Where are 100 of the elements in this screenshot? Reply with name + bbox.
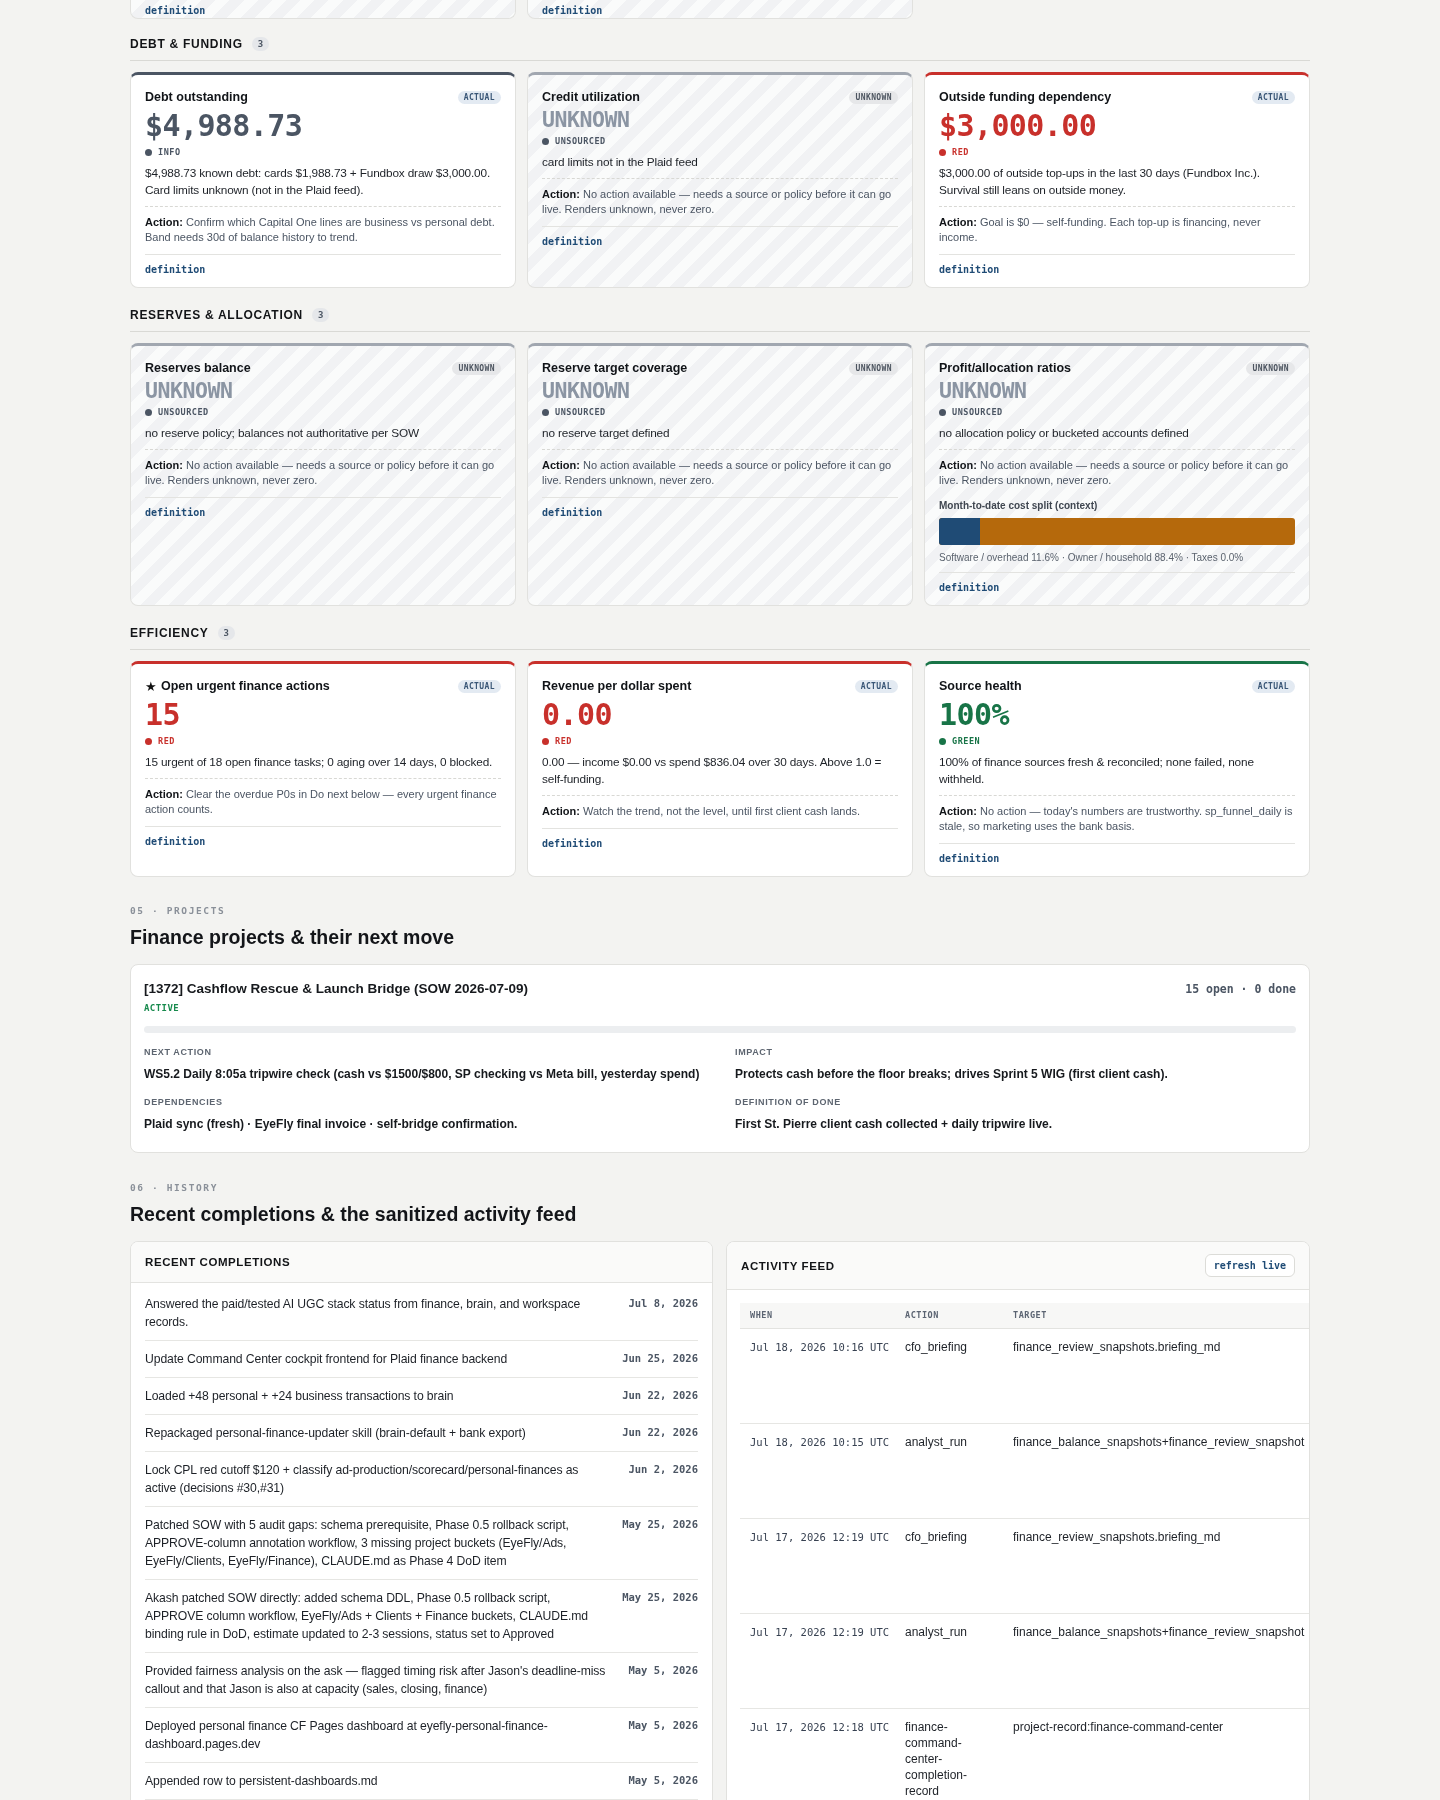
completion-date: May 25, 2026 xyxy=(622,1590,698,1605)
completion-date: May 5, 2026 xyxy=(628,1773,698,1788)
definition-link[interactable]: definition xyxy=(145,263,206,277)
completion-date: May 25, 2026 xyxy=(622,1517,698,1532)
description-text: 0.00 — income $0.00 vs spend $836.04 over 30 days. Above 1.0 = self-funding. xyxy=(542,754,883,788)
definition-link[interactable]: definition xyxy=(542,235,603,249)
field-value: Plaid sync (fresh) · EyeFly final invoice · self-bridge confirmation. xyxy=(144,1116,519,1133)
card-title: Revenue per dollar spent xyxy=(542,678,692,695)
card-title: Debt outstanding xyxy=(145,89,248,106)
metric-value: 100% xyxy=(939,697,1011,733)
action-text: Action: No action available — needs a source or policy before it can go live. Renders unknown, never zero. xyxy=(939,458,1290,488)
metric-value: UNKNOWN xyxy=(145,378,234,404)
completion-text: Appended row to persistent-dashboards.md xyxy=(145,1773,379,1790)
table-cell-text: analyst_run xyxy=(904,1624,969,1641)
basis-badge: UNKNOWN xyxy=(1246,362,1295,375)
definition-link[interactable]: definition xyxy=(939,581,1000,595)
table-cell-text: cfo_briefing xyxy=(904,1529,969,1546)
card-title: Credit utilization xyxy=(542,89,640,106)
task-count: 15 open · 0 done xyxy=(1185,981,1296,998)
description-text: no reserve policy; balances not authoritative per SOW xyxy=(145,425,420,442)
count-badge: 3 xyxy=(217,625,235,640)
basis-badge: UNKNOWN xyxy=(849,362,898,375)
basis-badge: ACTUAL xyxy=(1251,680,1295,693)
split-label: Month-to-date cost split (context) xyxy=(939,500,1099,511)
field-label: DEFINITION OF DONE xyxy=(735,1096,842,1108)
basis-badge: ACTUAL xyxy=(854,680,898,693)
star-icon: ★ xyxy=(145,678,157,695)
definition-link[interactable]: definition xyxy=(939,263,1000,277)
panel-title: ACTIVITY FEED xyxy=(741,1259,835,1272)
basis-badge: UNKNOWN xyxy=(452,362,501,375)
action-text: Action: No action available — needs a source or policy before it can go live. Renders unknown, never zero. xyxy=(145,458,496,488)
table-cell-text: Jul 18, 2026 10:16 UTC xyxy=(749,1340,891,1355)
completion-date: Jun 22, 2026 xyxy=(622,1425,698,1440)
column-header: WHEN xyxy=(749,1310,774,1321)
table-cell-text: finance_review_snapshots.briefing_md xyxy=(1012,1529,1222,1546)
column-header: ACTION xyxy=(904,1310,940,1321)
table-cell-text: Jul 17, 2026 12:18 UTC xyxy=(749,1720,891,1735)
metric-value: $4,988.73 xyxy=(145,108,304,144)
completion-text: Update Command Center cockpit frontend for Plaid finance backend xyxy=(145,1351,509,1368)
basis-badge: ACTUAL xyxy=(1251,91,1295,104)
completion-text: Deployed personal finance CF Pages dashboard at eyefly-personal-finance-dashboard.pages.dev xyxy=(145,1718,549,1753)
action-text: Action: No action — today's numbers are trustworthy. sp_funnel_daily is stale, so marketing uses the bank basis. xyxy=(939,804,1294,834)
action-text: Action: Goal is $0 — self-funding. Each top-up is financing, never income. xyxy=(939,215,1262,245)
definition-link[interactable]: definition xyxy=(542,5,603,16)
completion-text: Answered the paid/tested AI UGC stack status from finance, brain, and workspace records. xyxy=(145,1296,582,1331)
status-label: UNSOURCED xyxy=(555,135,606,147)
definition-link[interactable]: definition xyxy=(542,506,603,520)
status-label: UNSOURCED xyxy=(158,406,209,418)
completion-text: Lock CPL red cutoff $120 + classify ad-production/scorecard/personal-finances as active (decisions #30,#31) xyxy=(145,1462,580,1497)
project-status: ACTIVE xyxy=(144,1002,181,1014)
table-cell-text: Jul 17, 2026 12:19 UTC xyxy=(749,1530,891,1545)
completion-date: Jun 25, 2026 xyxy=(622,1351,698,1366)
action-text: Action: Confirm which Capital One lines are business vs personal debt. Band needs 30d of balance history to trend. xyxy=(145,215,496,245)
status-label: UNSOURCED xyxy=(952,406,1003,418)
card-title: Reserve target coverage xyxy=(542,360,688,377)
action-text: Action: No action available — needs a source or policy before it can go live. Renders unknown, never zero. xyxy=(542,187,893,217)
panel-title: RECENT COMPLETIONS xyxy=(145,1256,291,1268)
action-text: Action: Clear the overdue P0s in Do next below — every urgent finance action counts. xyxy=(145,787,498,817)
completion-text: Provided fairness analysis on the ask — flagged timing risk after Jason's deadline-miss callout and that Jason is also at capacity (sales, closing, finance) xyxy=(145,1663,607,1698)
section-heading: Recent completions & the sanitized activity feed xyxy=(130,1202,578,1227)
completion-text: Patched SOW with 5 audit gaps: schema prerequisite, Phase 0.5 rollback script, APPROVE-column annotation workflow, 3 missing project buckets (EyeFly/Ads, EyeFly/Clients, EyeFly/Finance), CLAUDE.md as Phase 4 DoD item xyxy=(145,1517,570,1570)
completion-text: Akash patched SOW directly: added schema DDL, Phase 0.5 rollback script, APPROVE column workflow, EyeFly/Ads + Clients + Finance buckets, CLAUDE.md binding rule in DoD, estimate updated to 2-3 sessions, status set to Approved xyxy=(145,1590,590,1643)
field-value: Protects cash before the floor breaks; drives Sprint 5 WIG (first client cash). xyxy=(735,1066,1169,1083)
card-title: Open urgent finance actions xyxy=(161,678,330,695)
completion-date: May 5, 2026 xyxy=(628,1663,698,1678)
action-text: Action: Watch the trend, not the level, until first client cash lands. xyxy=(542,804,862,819)
metric-value: 0.00 xyxy=(542,697,613,733)
completion-date: Jun 2, 2026 xyxy=(628,1462,698,1477)
basis-badge: ACTUAL xyxy=(457,680,501,693)
metric-value: UNKNOWN xyxy=(542,107,631,133)
table-cell-text: finance_balance_snapshots+finance_review_snapshot xyxy=(1012,1624,1306,1641)
count-badge: 3 xyxy=(251,36,270,51)
completion-date: Jun 22, 2026 xyxy=(622,1388,698,1403)
table-cell-text: finance_review_snapshots.briefing_md xyxy=(1012,1339,1222,1356)
card-title: Profit/allocation ratios xyxy=(939,360,1071,377)
description-text: $3,000.00 of outside top-ups in the last 30 days (Fundbox Inc.). Survival still leans on outside money. xyxy=(939,165,1261,199)
definition-link[interactable]: definition xyxy=(145,506,206,520)
definition-link[interactable]: definition xyxy=(542,837,603,851)
section-title: DEBT & FUNDING xyxy=(130,36,243,51)
column-header: TARGET xyxy=(1012,1310,1048,1321)
status-label: RED xyxy=(952,146,969,158)
definition-link[interactable]: definition xyxy=(939,852,1000,866)
status-label: RED xyxy=(158,735,175,747)
card-title: Outside funding dependency xyxy=(939,89,1112,106)
table-cell-text: Jul 18, 2026 10:15 UTC xyxy=(749,1435,891,1450)
card-title: Reserves balance xyxy=(145,360,251,377)
count-badge: 3 xyxy=(311,307,330,322)
card-title: Source health xyxy=(939,678,1022,695)
basis-badge: UNKNOWN xyxy=(849,91,898,104)
section-eyebrow: 05 · PROJECTS xyxy=(130,904,227,918)
refresh-button[interactable]: refresh live xyxy=(1204,1254,1295,1277)
table-cell-text: finance-command-center-completion-record xyxy=(904,1719,969,1800)
status-label: UNSOURCED xyxy=(555,406,606,418)
section-title: RESERVES & ALLOCATION xyxy=(130,307,303,322)
table-cell-text: finance_balance_snapshots+finance_review_snapshot xyxy=(1012,1434,1306,1451)
section-heading: Finance projects & their next move xyxy=(130,925,455,950)
table-cell-text: Jul 17, 2026 12:19 UTC xyxy=(749,1625,891,1640)
field-value: WS5.2 Daily 8:05a tripwire check (cash vs $1500/$800, SP checking vs Meta bill, yesterday spend) xyxy=(144,1066,701,1083)
definition-link[interactable]: definition xyxy=(145,5,206,16)
definition-link[interactable]: definition xyxy=(145,835,206,849)
